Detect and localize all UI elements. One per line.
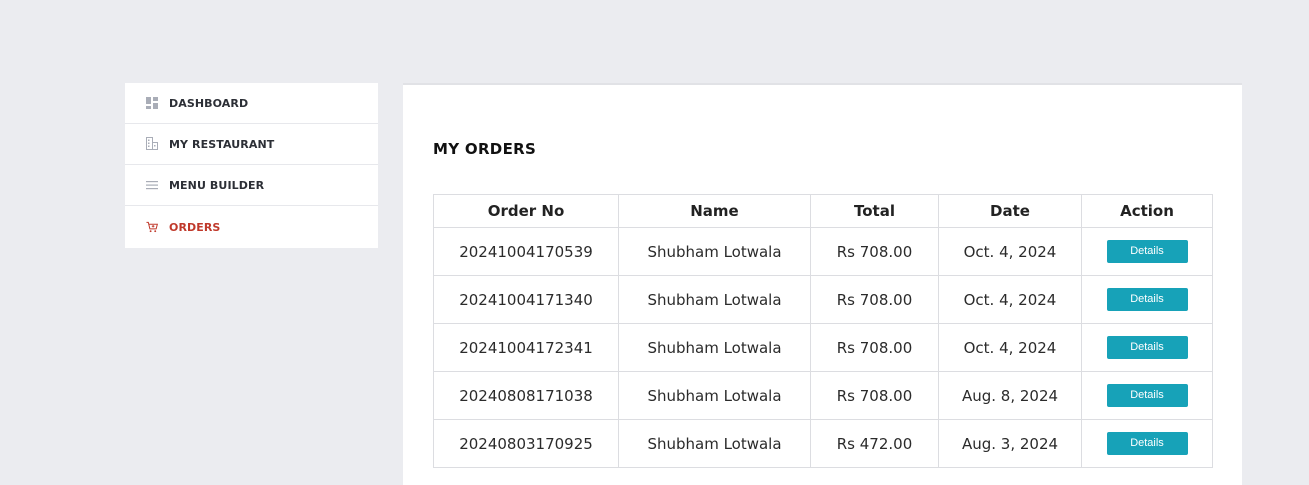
action-cell: Details <box>1081 227 1213 276</box>
action-cell: Details <box>1081 323 1213 372</box>
action-cell: Details <box>1081 419 1213 468</box>
date-cell: Oct. 4, 2024 <box>938 323 1082 372</box>
order-no-cell: 20241004170539 <box>433 227 619 276</box>
table-row: 20241004171340 Shubham Lotwala Rs 708.00… <box>433 275 1213 324</box>
details-button[interactable]: Details <box>1106 384 1188 407</box>
sidebar-item-menu-builder[interactable]: MENU BUILDER <box>125 165 378 206</box>
main-panel: MY ORDERS Order No Name Total Date Actio… <box>403 83 1242 485</box>
menu-icon <box>146 179 158 191</box>
order-no-cell: 20240803170925 <box>433 419 619 468</box>
cart-icon <box>146 221 158 233</box>
total-cell: Rs 708.00 <box>810 323 939 372</box>
name-cell: Shubham Lotwala <box>618 227 811 276</box>
table-header-row: Order No Name Total Date Action <box>433 194 1213 228</box>
sidebar-item-orders[interactable]: ORDERS <box>125 206 378 248</box>
sidebar-item-my-restaurant[interactable]: MY RESTAURANT <box>125 124 378 165</box>
restaurant-icon <box>146 137 158 150</box>
sidebar-item-label: MY RESTAURANT <box>169 137 275 151</box>
table-row: 20240803170925 Shubham Lotwala Rs 472.00… <box>433 419 1213 468</box>
orders-table: Order No Name Total Date Action 20241004… <box>433 194 1213 468</box>
date-cell: Oct. 4, 2024 <box>938 275 1082 324</box>
order-no-cell: 20241004172341 <box>433 323 619 372</box>
action-cell: Details <box>1081 275 1213 324</box>
name-cell: Shubham Lotwala <box>618 323 811 372</box>
order-no-cell: 20241004171340 <box>433 275 619 324</box>
sidebar-item-label: MENU BUILDER <box>169 178 265 192</box>
sidebar-item-dashboard[interactable]: DASHBOARD <box>125 83 378 124</box>
total-cell: Rs 708.00 <box>810 371 939 420</box>
order-no-cell: 20240808171038 <box>433 371 619 420</box>
date-cell: Aug. 8, 2024 <box>938 371 1082 420</box>
table-row: 20240808171038 Shubham Lotwala Rs 708.00… <box>433 371 1213 420</box>
name-cell: Shubham Lotwala <box>618 419 811 468</box>
name-cell: Shubham Lotwala <box>618 275 811 324</box>
column-header-name: Name <box>618 194 811 228</box>
column-header-action: Action <box>1081 194 1213 228</box>
action-cell: Details <box>1081 371 1213 420</box>
table-row: 20241004170539 Shubham Lotwala Rs 708.00… <box>433 227 1213 276</box>
details-button[interactable]: Details <box>1106 432 1188 455</box>
date-cell: Aug. 3, 2024 <box>938 419 1082 468</box>
table-row: 20241004172341 Shubham Lotwala Rs 708.00… <box>433 323 1213 372</box>
details-button[interactable]: Details <box>1106 240 1188 263</box>
sidebar-nav: DASHBOARD MY RESTAURANT MENU BUILDER ORD… <box>125 83 378 248</box>
sidebar-item-label: DASHBOARD <box>169 96 249 110</box>
total-cell: Rs 708.00 <box>810 275 939 324</box>
date-cell: Oct. 4, 2024 <box>938 227 1082 276</box>
details-button[interactable]: Details <box>1106 288 1188 311</box>
name-cell: Shubham Lotwala <box>618 371 811 420</box>
column-header-total: Total <box>810 194 939 228</box>
dashboard-icon <box>146 97 158 109</box>
sidebar-item-label: ORDERS <box>169 220 221 234</box>
page-title: MY ORDERS <box>433 140 537 158</box>
column-header-date: Date <box>938 194 1082 228</box>
column-header-order-no: Order No <box>433 194 619 228</box>
total-cell: Rs 472.00 <box>810 419 939 468</box>
details-button[interactable]: Details <box>1106 336 1188 359</box>
total-cell: Rs 708.00 <box>810 227 939 276</box>
